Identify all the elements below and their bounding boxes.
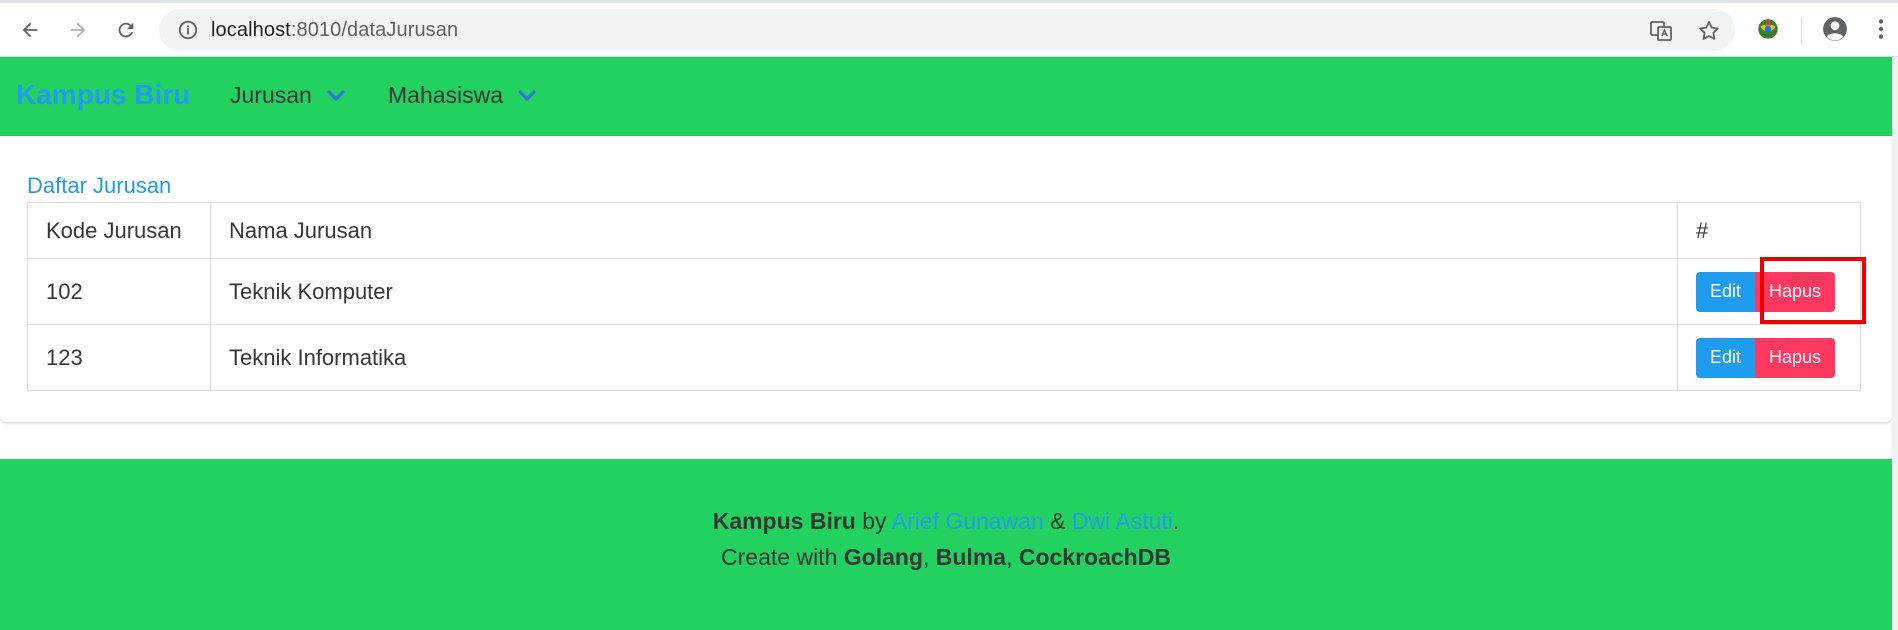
nav-item-label: Mahasiswa: [388, 82, 504, 108]
cell-nama: Teknik Komputer: [210, 258, 1678, 325]
footer-amp: &: [1050, 508, 1066, 534]
footer-by: by: [862, 508, 887, 534]
chevron-down-icon: [518, 89, 536, 101]
scrollbar[interactable]: [1892, 57, 1898, 630]
table-header-row: Kode Jurusan Nama Jurusan #: [27, 202, 1861, 259]
author-link-dwi[interactable]: Dwi Astuti: [1072, 508, 1173, 534]
url-host: localhost: [211, 19, 291, 41]
cell-kode: 123: [27, 324, 211, 391]
tab-strip: [0, 0, 1898, 3]
page-content: Kampus Biru Jurusan Mahasiswa Daftar Jur…: [0, 57, 1892, 630]
footer-comma: ,: [1006, 544, 1013, 570]
author-link-arief[interactable]: Arief Gunawan: [892, 508, 1044, 534]
reload-icon: [118, 22, 134, 38]
header-nama-jurusan: Nama Jurusan: [210, 202, 1678, 259]
action-buttons: Edit Hapus: [1696, 337, 1842, 378]
menu-dots-icon[interactable]: [1874, 16, 1888, 42]
browser-toolbar: localhost:8010/dataJurusan: [0, 0, 1898, 57]
back-arrow-icon: [22, 22, 38, 38]
tech-cockroachdb: CockroachDB: [1018, 544, 1171, 570]
footer-credits: Kampus Biru by Arief Gunawan & Dwi Astut…: [0, 508, 1892, 535]
tech-golang: Golang: [843, 544, 923, 570]
url-path: :8010/dataJurusan: [290, 19, 459, 41]
footer-tech: Create with Golang, Bulma, CockroachDB: [0, 544, 1892, 571]
footer: Kampus Biru by Arief Gunawan & Dwi Astut…: [0, 459, 1892, 630]
url-text[interactable]: localhost:8010/dataJurusan: [211, 19, 458, 42]
nav-item-mahasiswa[interactable]: Mahasiswa: [388, 82, 537, 109]
reload-button[interactable]: [110, 14, 142, 46]
table-title: Daftar Jurusan: [27, 173, 172, 198]
footer-brand: Kampus Biru: [712, 508, 856, 534]
info-icon[interactable]: [177, 19, 199, 41]
footer-create-with: Create with: [721, 544, 838, 570]
edit-button[interactable]: Edit: [1696, 271, 1755, 312]
nav-item-jurusan[interactable]: Jurusan: [230, 82, 346, 109]
table-row: 123 Teknik Informatika Edit Hapus: [27, 324, 1861, 391]
cell-actions: Edit Hapus: [1677, 324, 1861, 391]
navbar: Kampus Biru Jurusan Mahasiswa: [0, 57, 1892, 136]
cell-nama: Teknik Informatika: [210, 324, 1678, 391]
delete-button[interactable]: Hapus: [1755, 337, 1835, 378]
navbar-brand[interactable]: Kampus Biru: [16, 79, 190, 111]
chevron-down-icon: [327, 89, 345, 101]
forward-arrow-icon: [70, 22, 86, 38]
tech-bulma: Bulma: [935, 544, 1007, 570]
cell-kode: 102: [27, 258, 211, 325]
profile-avatar-icon[interactable]: [1822, 16, 1848, 42]
forward-button[interactable]: [62, 14, 94, 46]
jurusan-table: Kode Jurusan Nama Jurusan # 102 Teknik K…: [27, 202, 1861, 391]
content-card: Daftar Jurusan Kode Jurusan Nama Jurusan…: [0, 136, 1892, 422]
back-button[interactable]: [14, 14, 46, 46]
header-kode-jurusan: Kode Jurusan: [27, 202, 211, 259]
header-actions: #: [1677, 202, 1861, 259]
bookmark-star-icon[interactable]: [1697, 19, 1721, 43]
footer-period: .: [1172, 508, 1180, 534]
nav-item-label: Jurusan: [230, 82, 312, 108]
translate-icon[interactable]: [1649, 19, 1673, 43]
address-bar[interactable]: localhost:8010/dataJurusan: [159, 9, 1735, 51]
toolbar-separator: [1801, 18, 1802, 44]
highlight-box: [1760, 257, 1866, 324]
table-row: 102 Teknik Komputer Edit Hapus: [27, 258, 1861, 325]
extension-icon[interactable]: [1755, 16, 1781, 42]
edit-button[interactable]: Edit: [1696, 337, 1755, 378]
footer-comma: ,: [922, 544, 930, 570]
